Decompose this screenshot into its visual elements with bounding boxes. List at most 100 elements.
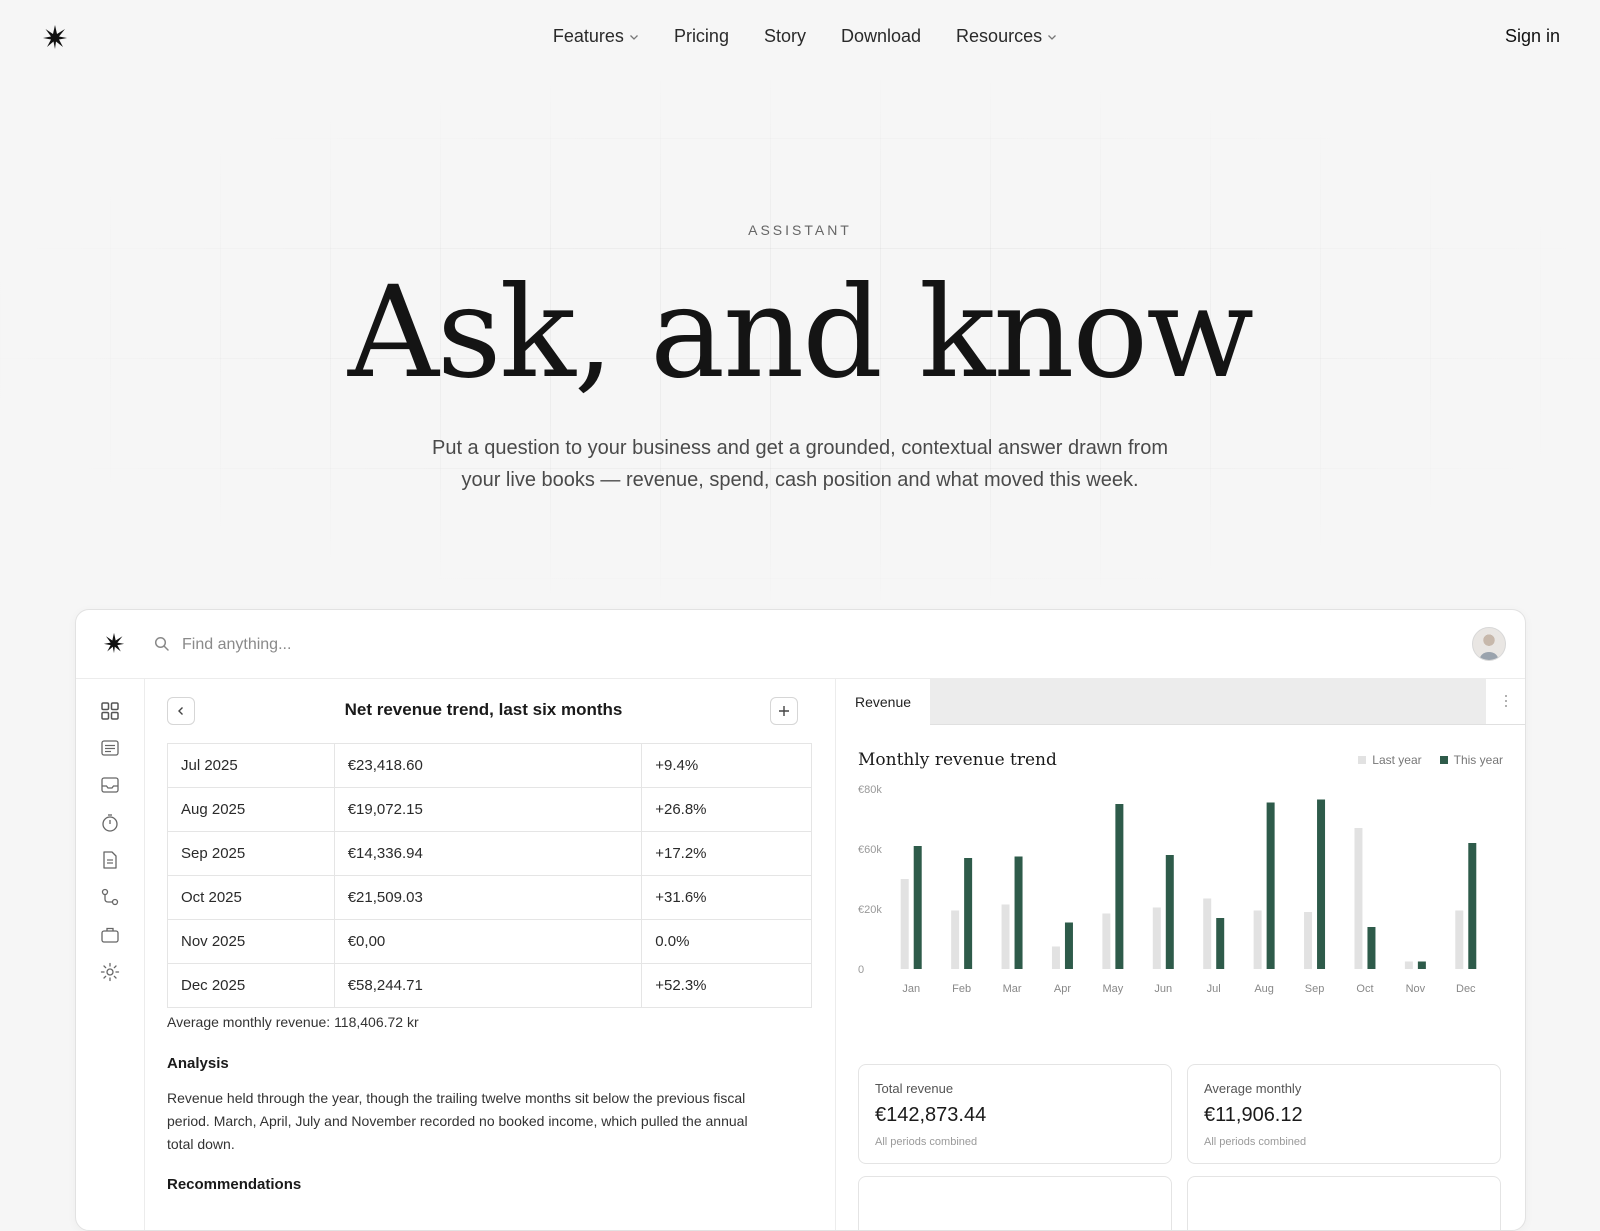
y-tick-label: €60k (858, 844, 882, 856)
plus-icon (779, 706, 789, 716)
bar-this-year-jul (1216, 918, 1225, 969)
app-sidebar (76, 679, 145, 1230)
grid-icon[interactable] (100, 701, 120, 721)
bar-last-year-may (1102, 913, 1111, 969)
x-tick-label: Jul (1207, 983, 1221, 995)
table-row: Dec 2025 €58,244.71 +52.3% (167, 963, 812, 1008)
document-icon[interactable] (100, 850, 120, 870)
x-tick-label: Jun (1154, 983, 1172, 995)
bar-this-year-oct (1367, 927, 1376, 969)
app-topbar (76, 610, 1525, 679)
monthly-revenue-chart: 0 €20k €60k €80k Jan Feb Mar Apr May Jun Jul Aug Sep… (858, 784, 1477, 995)
new-question-button[interactable] (770, 697, 798, 725)
bar-last-year-jul (1203, 898, 1212, 969)
bar-last-year-jun (1152, 907, 1161, 969)
nav-link-features[interactable]: Features (553, 26, 639, 47)
recommendations-heading: Recommendations (167, 1176, 302, 1193)
table-cell-month: Jul 2025 (167, 743, 335, 788)
nav-link-download[interactable]: Download (841, 26, 921, 47)
table-cell-amount: €23,418.60 (333, 743, 643, 788)
bar-this-year-dec (1468, 843, 1477, 969)
stat-card-total-revenue: Total revenue €142,873.44 All periods co… (858, 1064, 1172, 1164)
chart-legend: Last year This year (1358, 753, 1503, 767)
panel-title: Net revenue trend, last six months (344, 700, 623, 719)
stat-card-average-monthly: Average monthly €11,906.12 All periods c… (1187, 1064, 1501, 1164)
assistant-answer-panel: Net revenue trend, last six months Jul 2… (145, 679, 822, 1230)
bar-this-year-feb (964, 858, 973, 969)
tab-bar: Revenue (836, 679, 1525, 725)
table-cell-change: +17.2% (641, 831, 812, 876)
table-cell-change: +52.3% (641, 963, 812, 1008)
bar-last-year-apr (1051, 946, 1060, 969)
tab-revenue[interactable]: Revenue (836, 679, 930, 725)
table-cell-change: +31.6% (641, 875, 812, 920)
stat-subtext: All periods combined (875, 1136, 978, 1148)
table-row: Aug 2025 €19,072.15 +26.8% (167, 787, 812, 832)
search-icon (154, 636, 169, 651)
table-cell-change: +9.4% (641, 743, 812, 788)
table-row: Jul 2025 €23,418.60 +9.4% (167, 743, 812, 788)
average-revenue-note: Average monthly revenue: 118,406.72 kr (167, 1014, 419, 1030)
sign-in-link[interactable]: Sign in (1505, 26, 1560, 47)
bar-this-year-may (1115, 804, 1124, 969)
table-cell-amount: €21,509.03 (333, 875, 643, 920)
chevron-down-icon (1048, 34, 1057, 40)
stat-label: Total revenue (875, 1081, 954, 1096)
y-tick-label: €80k (858, 784, 882, 796)
briefcase-icon[interactable] (100, 925, 120, 945)
bar-last-year-jan (900, 879, 909, 969)
x-tick-label: Jan (902, 983, 920, 995)
nav-link-label: Story (763, 26, 806, 46)
bar-last-year-nov (1404, 961, 1413, 969)
chevron-down-icon (629, 34, 638, 40)
table-row: Nov 2025 €0,00 0.0% (167, 919, 812, 964)
timer-icon[interactable] (100, 813, 120, 833)
y-tick-label: 0 (858, 964, 864, 976)
table-row: Sep 2025 €14,336.94 +17.2% (167, 831, 812, 876)
table-cell-amount: €19,072.15 (333, 787, 643, 832)
nav-link-pricing[interactable]: Pricing (674, 26, 729, 47)
table-cell-month: Nov 2025 (167, 919, 335, 964)
nav-link-story[interactable]: Story (764, 26, 806, 47)
bar-this-year-aug (1266, 802, 1275, 969)
inbox-icon[interactable] (100, 775, 120, 795)
chart-title: Monthly revenue trend (858, 750, 1057, 770)
bar-last-year-aug (1253, 910, 1262, 969)
search-input[interactable] (180, 632, 684, 658)
x-tick-label: Apr (1054, 983, 1071, 995)
stat-card-placeholder (858, 1176, 1172, 1230)
more-options-icon[interactable] (1504, 693, 1508, 709)
x-tick-label: Nov (1406, 983, 1426, 995)
avatar[interactable] (1472, 627, 1506, 661)
nav-link-label: Features (552, 26, 624, 46)
top-nav: Features Pricing Story Download Resources Si… (0, 0, 1600, 78)
analysis-heading: Analysis (167, 1055, 229, 1072)
table-cell-month: Sep 2025 (167, 831, 335, 876)
bar-last-year-mar (1001, 904, 1010, 969)
app-logo-icon[interactable] (103, 632, 125, 654)
legend-last-year: Last year (1358, 753, 1422, 767)
x-tick-label: Sep (1305, 983, 1325, 995)
list-icon[interactable] (100, 738, 120, 758)
x-tick-label: May (1102, 983, 1123, 995)
stat-subtext: All periods combined (1204, 1136, 1307, 1148)
x-tick-label: Dec (1456, 983, 1476, 995)
bar-this-year-jan (913, 846, 922, 969)
hero-subtitle: Put a question to your business and get … (431, 437, 1168, 491)
bar-last-year-sep (1304, 912, 1313, 969)
stat-label: Average monthly (1204, 1081, 1302, 1096)
legend-label-last-year: Last year (1372, 753, 1422, 767)
bar-this-year-sep (1317, 799, 1326, 969)
hero-title: Ask, and know (347, 259, 1254, 406)
nav-link-resources[interactable]: Resources (956, 26, 1057, 47)
flow-icon[interactable] (100, 887, 120, 907)
settings-icon[interactable] (100, 962, 120, 982)
nav-links: Features Pricing Story Download Resources (0, 26, 1600, 47)
stat-value: €11,906.12 (1204, 1104, 1303, 1126)
nav-link-label: Download (840, 26, 922, 46)
bar-last-year-feb (951, 910, 960, 969)
hero-eyebrow: ASSISTANT (748, 222, 852, 238)
nav-link-label: Resources (956, 26, 1043, 46)
y-tick-label: €20k (858, 904, 882, 916)
revenue-table: Jul 2025 €23,418.60 +9.4% Aug 2025 €19,072.1… (167, 743, 812, 1008)
